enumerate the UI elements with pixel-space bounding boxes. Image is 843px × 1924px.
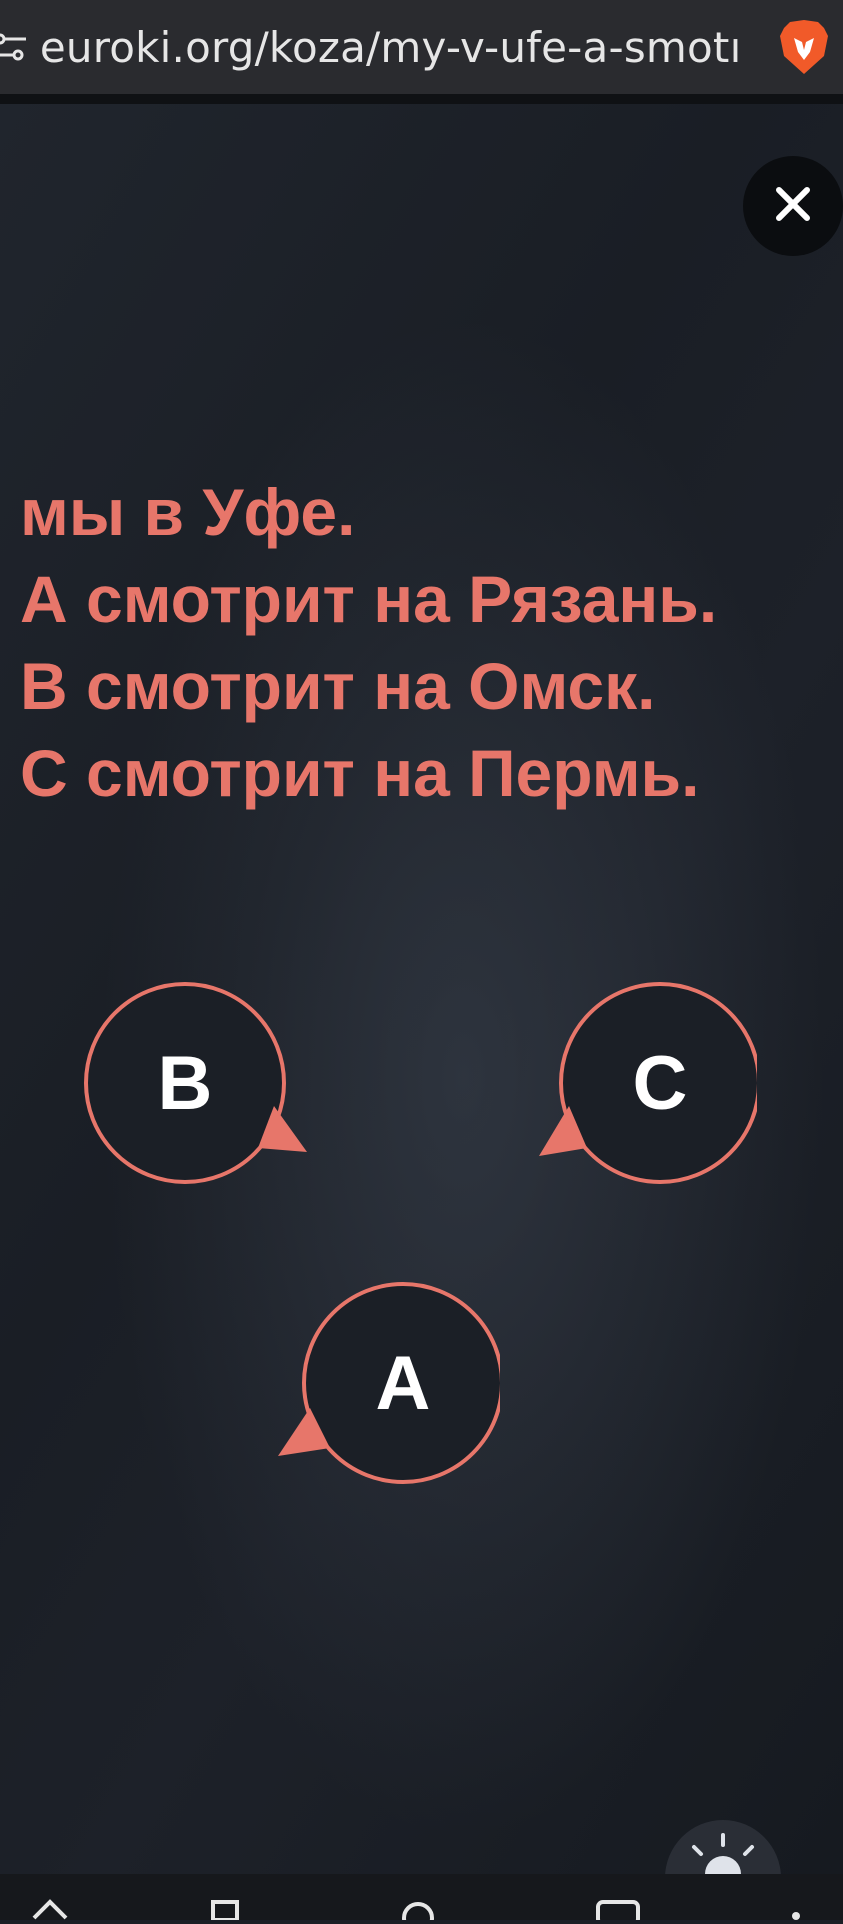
close-icon — [773, 184, 813, 228]
close-button[interactable] — [743, 156, 843, 256]
bubble-letter: B — [157, 1040, 213, 1126]
riddle-line: А смотрит на Рязань. — [20, 562, 718, 636]
speech-bubble-a[interactable]: A — [278, 1280, 506, 1486]
riddle-line: С смотрит на Пермь. — [20, 736, 700, 810]
brave-lion-icon[interactable] — [775, 18, 833, 76]
riddle-line: В смотрит на Омск. — [20, 649, 656, 723]
bubble-letter: C — [632, 1040, 688, 1126]
system-navigation-bar — [0, 1874, 843, 1924]
hint-button[interactable] — [664, 1819, 782, 1874]
browser-url-bar[interactable]: euroki.org/koza/my-v-ufe-a-smotı — [0, 0, 843, 104]
puzzle-stage: мы в Уфе. А смотрит на Рязань. В смотрит… — [0, 104, 843, 1874]
riddle-line: мы в Уфе. — [20, 475, 356, 549]
site-settings-icon[interactable] — [0, 27, 30, 67]
riddle-text: мы в Уфе. А смотрит на Рязань. В смотрит… — [20, 469, 843, 817]
url-text[interactable]: euroki.org/koza/my-v-ufe-a-smotı — [40, 23, 757, 72]
bubble-letter: A — [375, 1340, 431, 1426]
speech-bubble-b[interactable]: B — [82, 980, 307, 1186]
speech-bubble-c[interactable]: C — [539, 980, 763, 1186]
